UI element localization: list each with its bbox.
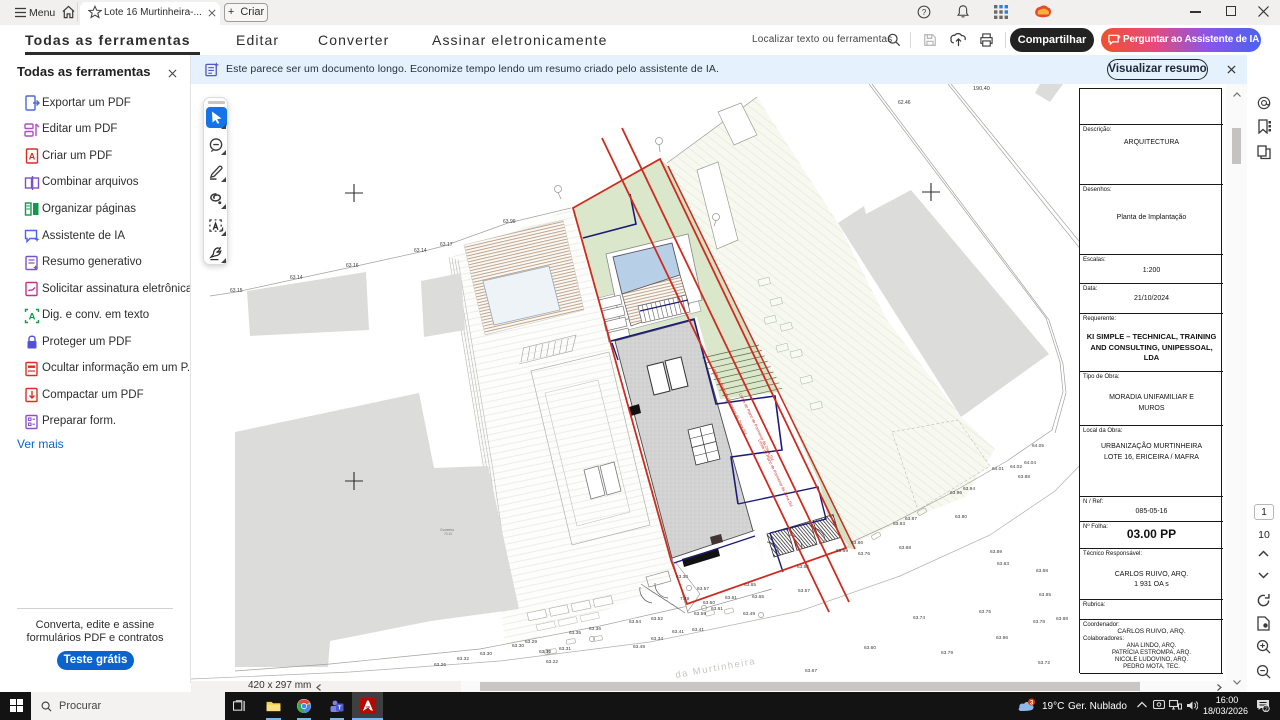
svg-text:?: ? xyxy=(922,8,927,17)
svg-text:63.60: 63.60 xyxy=(864,645,876,651)
svg-text:63.76: 63.76 xyxy=(858,551,870,557)
svg-text:63.65: 63.65 xyxy=(744,582,756,588)
svg-text:63.30: 63.30 xyxy=(539,649,551,655)
svg-text:63.30: 63.30 xyxy=(676,574,688,580)
svg-text:63.88: 63.88 xyxy=(1056,616,1068,622)
svg-text:63.17: 63.17 xyxy=(440,242,453,248)
svg-text:63.80: 63.80 xyxy=(955,514,967,520)
svg-text:63.57: 63.57 xyxy=(697,586,709,592)
svg-text:63.26: 63.26 xyxy=(434,662,446,668)
svg-text:63.15: 63.15 xyxy=(230,288,243,294)
svg-text:63.85: 63.85 xyxy=(1039,592,1051,598)
svg-text:63.62: 63.62 xyxy=(797,564,809,570)
svg-text:63.68: 63.68 xyxy=(899,545,911,551)
svg-text:70.10: 70.10 xyxy=(444,532,452,536)
svg-text:63.65: 63.65 xyxy=(752,594,764,600)
svg-text:63.35: 63.35 xyxy=(569,630,581,636)
svg-text:63.22: 63.22 xyxy=(546,659,558,665)
svg-text:A: A xyxy=(29,312,36,323)
svg-text:63.14: 63.14 xyxy=(414,248,427,254)
svg-text:63.41: 63.41 xyxy=(692,627,704,633)
svg-text:64.02: 64.02 xyxy=(1010,464,1022,470)
svg-text:63.31: 63.31 xyxy=(559,646,571,652)
svg-text:63.87: 63.87 xyxy=(905,516,917,522)
svg-text:63.78: 63.78 xyxy=(1033,619,1045,625)
svg-text:62.46: 62.46 xyxy=(898,100,911,106)
svg-text:63.61: 63.61 xyxy=(711,606,723,612)
svg-text:63.86: 63.86 xyxy=(851,540,863,546)
svg-text:63.57: 63.57 xyxy=(798,588,810,594)
svg-text:63.83: 63.83 xyxy=(893,521,905,527)
svg-text:63.30: 63.30 xyxy=(480,651,492,657)
svg-text:63.79: 63.79 xyxy=(941,650,953,656)
svg-text:63.99: 63.99 xyxy=(503,219,516,225)
svg-text:63.60: 63.60 xyxy=(703,600,715,606)
svg-text:63.52: 63.52 xyxy=(651,616,663,622)
svg-text:64.05: 64.05 xyxy=(1032,443,1044,449)
svg-text:63.74: 63.74 xyxy=(913,615,925,621)
svg-text:64.04: 64.04 xyxy=(1024,460,1036,466)
svg-text:63.54: 63.54 xyxy=(629,619,641,625)
svg-text:63.61: 63.61 xyxy=(725,595,737,601)
svg-text:63.30: 63.30 xyxy=(512,643,524,649)
svg-text:da Murtinheira: da Murtinheira xyxy=(675,656,757,681)
svg-text:63.14: 63.14 xyxy=(290,275,303,281)
svg-text:63.96: 63.96 xyxy=(950,490,962,496)
svg-text:63.88: 63.88 xyxy=(1018,474,1030,480)
svg-text:63.16: 63.16 xyxy=(346,263,359,269)
svg-text:63.49: 63.49 xyxy=(743,611,755,617)
svg-text:64.01: 64.01 xyxy=(992,466,1004,472)
svg-text:63.75: 63.75 xyxy=(979,609,991,615)
svg-text:63.29: 63.29 xyxy=(525,639,537,645)
svg-text:63.34: 63.34 xyxy=(651,636,663,642)
svg-text:63.69: 63.69 xyxy=(836,548,848,554)
svg-text:7.48: 7.48 xyxy=(680,596,690,602)
svg-text:63.36: 63.36 xyxy=(589,626,601,632)
svg-text:63.89: 63.89 xyxy=(990,549,1002,555)
svg-text:63.96: 63.96 xyxy=(996,635,1008,641)
svg-text:A: A xyxy=(29,152,36,162)
svg-text:63.41: 63.41 xyxy=(672,629,684,635)
svg-text:63.72: 63.72 xyxy=(1038,660,1050,666)
svg-text:63.49: 63.49 xyxy=(633,644,645,650)
svg-text:63.67: 63.67 xyxy=(805,668,817,674)
svg-text:63.63: 63.63 xyxy=(997,561,1009,567)
svg-text:63.94: 63.94 xyxy=(963,486,975,492)
svg-text:63.59: 63.59 xyxy=(694,611,706,617)
svg-text:190,40: 190,40 xyxy=(973,86,990,92)
svg-text:63.32: 63.32 xyxy=(457,656,469,662)
svg-text:63.68: 63.68 xyxy=(1036,568,1048,574)
